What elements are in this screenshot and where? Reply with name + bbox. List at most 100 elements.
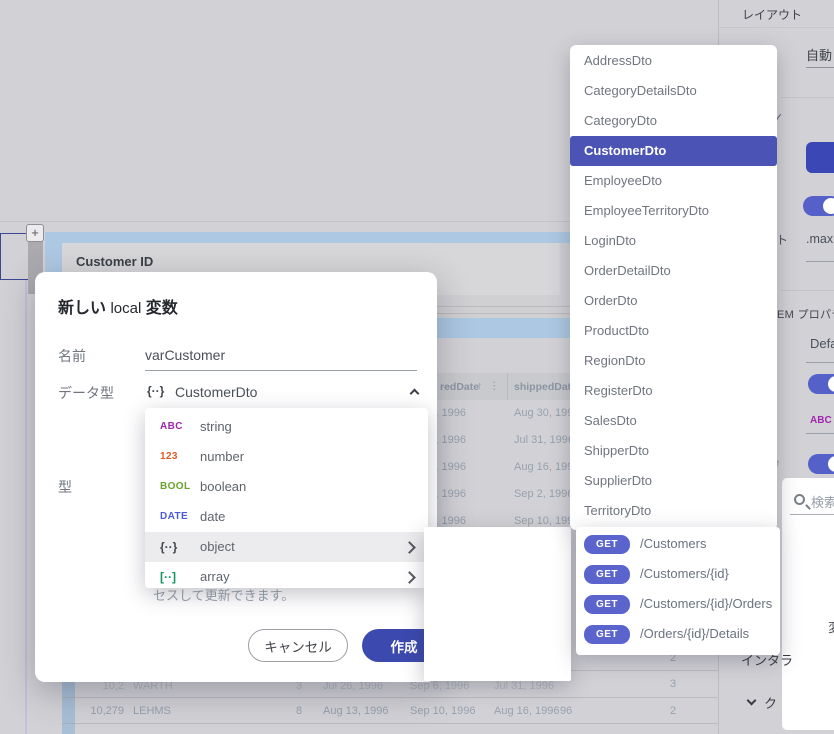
zoom-in-button[interactable]: + (26, 224, 44, 242)
kebab-menu-icon[interactable]: ⋮ (489, 379, 500, 393)
object-type-icon: {··} (147, 384, 165, 398)
datatype-select[interactable]: CustomerDto (175, 384, 257, 400)
endpoint-path: /Customers (640, 536, 707, 551)
tab-auto[interactable]: 自動 (806, 45, 832, 64)
dto-option[interactable]: RegisterDto (570, 376, 777, 406)
name-input[interactable]: varCustomer (145, 347, 225, 363)
endpoint-customers-id[interactable]: GET /Customers/{id} (576, 559, 780, 589)
date-badge: DATE (160, 511, 189, 522)
dialog-title-part: 新しい (58, 300, 107, 317)
get-method-badge: GET (584, 535, 630, 554)
dto-option[interactable]: TerritoryDto (570, 496, 777, 526)
max-field-underline (806, 261, 834, 262)
default-value-field[interactable]: Defa (810, 336, 834, 351)
dto-option[interactable]: EmployeeDto (570, 166, 777, 196)
table-row-divider (62, 697, 718, 698)
default-label-partial: ト (776, 233, 789, 247)
datasource-submenu: Data Source 2 Financial Northwind Northw… (424, 527, 571, 681)
type-option-label: array (200, 569, 230, 584)
type-option-label: number (200, 449, 245, 464)
name-label: 名前 (58, 348, 86, 364)
dto-option[interactable]: SupplierDto (570, 466, 777, 496)
tab-layout[interactable]: レイアウト (742, 6, 802, 23)
plus-icon: + (31, 225, 39, 240)
table-cell: 2 (669, 705, 677, 717)
endpoint-path: /Orders/{id}/Details (640, 626, 750, 641)
endpoint-customers-id-orders[interactable]: GET /Customers/{id}/Orders (576, 589, 780, 619)
type-option-date[interactable]: DATE date (145, 502, 428, 532)
endpoint-path: /Customers/{id} (640, 566, 729, 581)
chevron-up-icon[interactable] (409, 388, 420, 399)
dto-option[interactable]: OrderDetailDto (570, 256, 777, 286)
dto-option[interactable]: ProductDto (570, 316, 777, 346)
type-option-label: string (200, 419, 232, 434)
type-option-label: date (200, 509, 226, 524)
table-cell: Jul 31, 1996 (514, 434, 574, 446)
chevron-down-icon[interactable] (746, 695, 757, 706)
table-col-requireddate[interactable]: redDate (440, 380, 479, 394)
max-field-value[interactable]: .max (806, 232, 833, 246)
dto-option[interactable]: SalesDto (570, 406, 777, 436)
type-option-boolean[interactable]: BOOL boolean (145, 472, 428, 502)
sidebar-primary-button[interactable] (806, 142, 834, 173)
sidebar-toggle[interactable] (803, 196, 834, 216)
search-panel: 検索 変 (781, 477, 834, 731)
shape-label: 型 (58, 479, 72, 495)
array-icon: [··] (160, 570, 176, 584)
sidebar-section-divider (781, 290, 834, 291)
endpoint-orders-id-details[interactable]: GET /Orders/{id}/Details (576, 619, 780, 649)
get-method-badge: GET (584, 595, 630, 614)
canvas-guide-line (25, 280, 27, 734)
field-underline (806, 433, 834, 434)
new-variable-dialog: 新しい local 変数 名前 varCustomer データ型 {··} Cu… (35, 272, 446, 682)
type-option-label: boolean (200, 479, 247, 494)
search-underline (790, 514, 834, 515)
chevron-right-icon (403, 541, 416, 554)
sidebar-toggle[interactable] (808, 454, 834, 474)
search-input[interactable]: 検索 (811, 492, 834, 511)
dto-option[interactable]: RegionDto (570, 346, 777, 376)
auto-tab-underline (806, 67, 834, 68)
table-col-shippeddate[interactable]: shippedDate (514, 380, 577, 394)
string-badge: ABC (160, 421, 183, 432)
table-column-divider (507, 373, 508, 400)
type-option-number[interactable]: 123 number (145, 442, 428, 472)
dto-option[interactable]: CategoryDetailsDto (570, 76, 777, 106)
search-icon (794, 494, 805, 505)
dialog-title: 新しい local 変数 (58, 294, 178, 318)
type-option-array[interactable]: [··] array (145, 562, 428, 592)
get-method-badge: GET (584, 625, 630, 644)
sort-asc-icon[interactable]: ↑ (477, 379, 482, 393)
dto-option[interactable]: CategoryDto (570, 106, 777, 136)
dto-option[interactable]: OrderDto (570, 286, 777, 316)
collapse-section-label[interactable]: ク (764, 693, 777, 712)
table-cell: Sep 2, 1996 (514, 488, 574, 500)
dto-option-selected[interactable]: CustomerDto (570, 136, 777, 166)
endpoint-customers[interactable]: GET /Customers (576, 529, 780, 559)
type-option-string[interactable]: ABC string (145, 412, 428, 442)
item-properties-header: EM プロパティ (777, 309, 834, 321)
type-dropdown: ABC string 123 number BOOL boolean DATE … (145, 408, 428, 588)
number-badge: 123 (160, 451, 178, 462)
dto-option[interactable]: LoginDto (570, 226, 777, 256)
app-window: Customer ID + redDate ↑ ⋮ shippedDate 9,… (0, 0, 834, 734)
dialog-title-part: 変数 (145, 300, 178, 317)
table-cell: 3 (669, 678, 677, 690)
default-value-underline (806, 362, 834, 363)
sidebar-section-divider (781, 97, 834, 98)
kanji-partial: 変 (828, 617, 834, 636)
table-row-divider (62, 723, 718, 724)
name-input-underline (145, 370, 417, 371)
endpoint-path: /Customers/{id}/Orders (640, 596, 773, 611)
object-icon: {··} (160, 540, 178, 554)
get-method-badge: GET (584, 565, 630, 584)
dto-option[interactable]: EmployeeTerritoryDto (570, 196, 777, 226)
dto-option[interactable]: ShipperDto (570, 436, 777, 466)
type-option-label: object (200, 539, 235, 554)
type-option-object[interactable]: {··} object (145, 532, 428, 562)
customer-id-label: Customer ID (76, 254, 154, 269)
cancel-button[interactable]: キャンセル (248, 629, 348, 662)
dto-option[interactable]: AddressDto (570, 46, 777, 76)
sidebar-toggle[interactable] (808, 374, 834, 394)
sidebar-tab-underline (718, 27, 834, 28)
